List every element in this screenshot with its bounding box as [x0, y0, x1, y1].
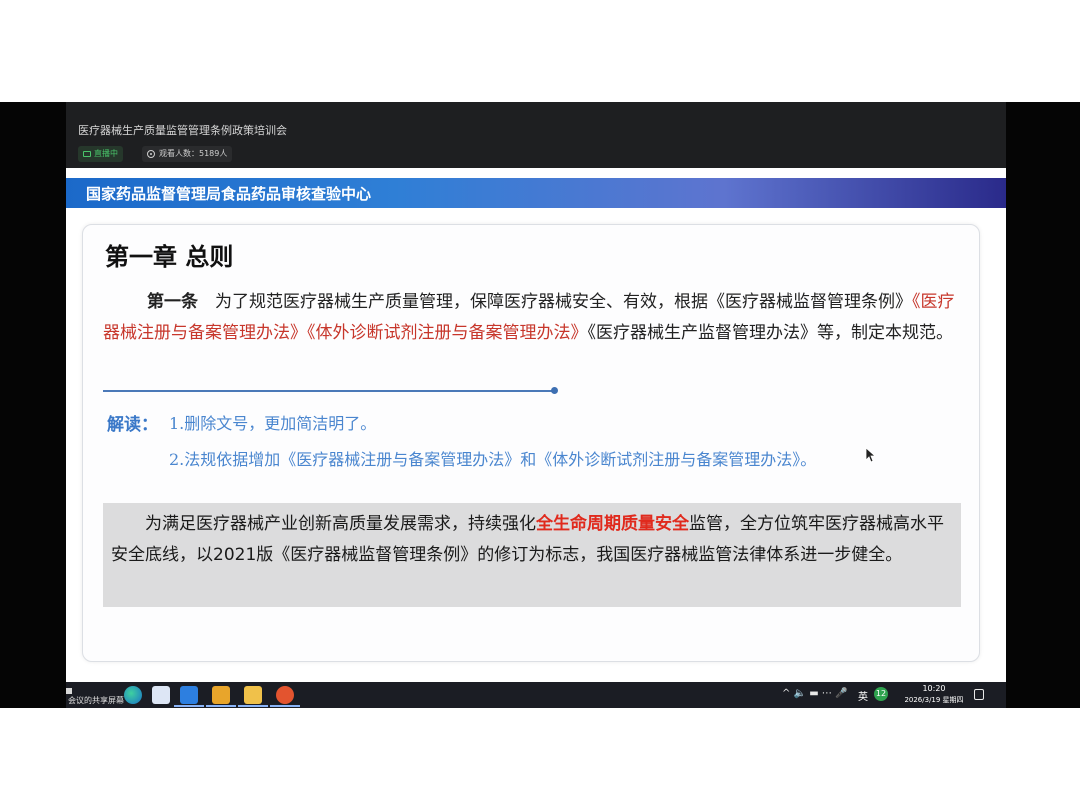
- clock-date[interactable]: 2026/3/19 星期四: [898, 695, 970, 705]
- notification-center-icon[interactable]: [974, 689, 984, 700]
- shared-slide: 国家药品监督管理局食品药品审核查验中心 第一章 总则 第一条 为了规范医疗器械生…: [66, 168, 1006, 682]
- folder-app-icon[interactable]: [244, 686, 262, 704]
- article-text-a: 为了规范医疗器械生产质量管理，保障医疗器械安全、有效，根据《医疗器械监督管理条例…: [215, 292, 912, 312]
- input-language[interactable]: 英: [858, 688, 868, 703]
- browser-app-icon[interactable]: [124, 686, 142, 704]
- presentation-app-icon[interactable]: [276, 686, 294, 704]
- monitor-frame: 医疗器械生产质量监管管理条例政策培训会 直播中 观看人数：5189人 国家药品监…: [0, 102, 1080, 708]
- windows-start-icon[interactable]: [66, 688, 72, 694]
- viewer-count: 观看人数：5189人: [159, 149, 228, 158]
- article-text-b: 《医疗器械生产监督管理办法》等，制定本规范。: [587, 323, 954, 343]
- divider-line: [103, 390, 555, 392]
- mouse-cursor-icon: [865, 447, 875, 463]
- screenshot-stage: 医疗器械生产质量监管管理条例政策培训会 直播中 观看人数：5189人 国家药品监…: [0, 0, 1080, 810]
- summary-text-a: 为满足医疗器械产业创新高质量发展需求，持续强化: [145, 514, 536, 534]
- interpretation-point-1: 1.删除文号，更加简洁明了。: [169, 414, 377, 433]
- meeting-header: 医疗器械生产质量监管管理条例政策培训会 直播中 观看人数：5189人: [66, 102, 1006, 168]
- slide-banner: 国家药品监督管理局食品药品审核查验中心: [66, 178, 1006, 208]
- active-app-indicator: [174, 705, 204, 707]
- summary-box: 为满足医疗器械产业创新高质量发展需求，持续强化全生命周期质量安全监管，全方位筑牢…: [103, 503, 961, 607]
- live-label: 直播中: [94, 149, 118, 158]
- interpretation-label: 解读：: [107, 415, 158, 435]
- chapter-title: 第一章 总则: [105, 243, 234, 271]
- share-screen-label: 会议的共享屏幕: [68, 696, 124, 705]
- tray-icons[interactable]: ^ 🔈 ▬ ⋯ 🎤: [782, 688, 847, 699]
- divider-dot: [551, 387, 558, 394]
- chat-app-icon[interactable]: [152, 686, 170, 704]
- eye-icon: [147, 150, 155, 158]
- article-label: 第一条: [147, 292, 198, 312]
- summary-highlight: 全生命周期质量安全: [536, 514, 689, 534]
- interpretation-point-2: 2.法规依据增加《医疗器械注册与备案管理办法》和《体外诊断试剂注册与备案管理办法…: [169, 450, 817, 469]
- media-app-icon[interactable]: [212, 686, 230, 704]
- active-app-indicator: [206, 705, 236, 707]
- meeting-viewer-window: 医疗器械生产质量监管管理条例政策培训会 直播中 观看人数：5189人 国家药品监…: [66, 102, 1006, 708]
- banner-text: 国家药品监督管理局食品药品审核查验中心: [86, 185, 372, 203]
- viewer-count-badge: 观看人数：5189人: [142, 146, 233, 162]
- system-tray: ^ 🔈 ▬ ⋯ 🎤 英 12 10:20 2026/3/19 星期四: [782, 682, 992, 708]
- clock-time[interactable]: 10:20: [906, 684, 962, 693]
- article-paragraph: 第一条 为了规范医疗器械生产质量管理，保障医疗器械安全、有效，根据《医疗器械监督…: [103, 287, 967, 349]
- active-app-indicator: [238, 705, 268, 707]
- meeting-title: 医疗器械生产质量监管管理条例政策培训会: [78, 124, 287, 137]
- summary-paragraph: 为满足医疗器械产业创新高质量发展需求，持续强化全生命周期质量安全监管，全方位筑牢…: [111, 509, 957, 571]
- notification-count-badge[interactable]: 12: [874, 687, 888, 701]
- taskbar: 会议的共享屏幕 ^ 🔈 ▬ ⋯ 🎤 英 12 10:20 2026/3/19 星…: [66, 682, 1006, 708]
- live-icon: [83, 151, 91, 157]
- photos-app-icon[interactable]: [180, 686, 198, 704]
- live-status-badge: 直播中: [78, 146, 123, 162]
- content-card: 第一章 总则 第一条 为了规范医疗器械生产质量管理，保障医疗器械安全、有效，根据…: [82, 224, 980, 662]
- active-app-indicator: [270, 705, 300, 707]
